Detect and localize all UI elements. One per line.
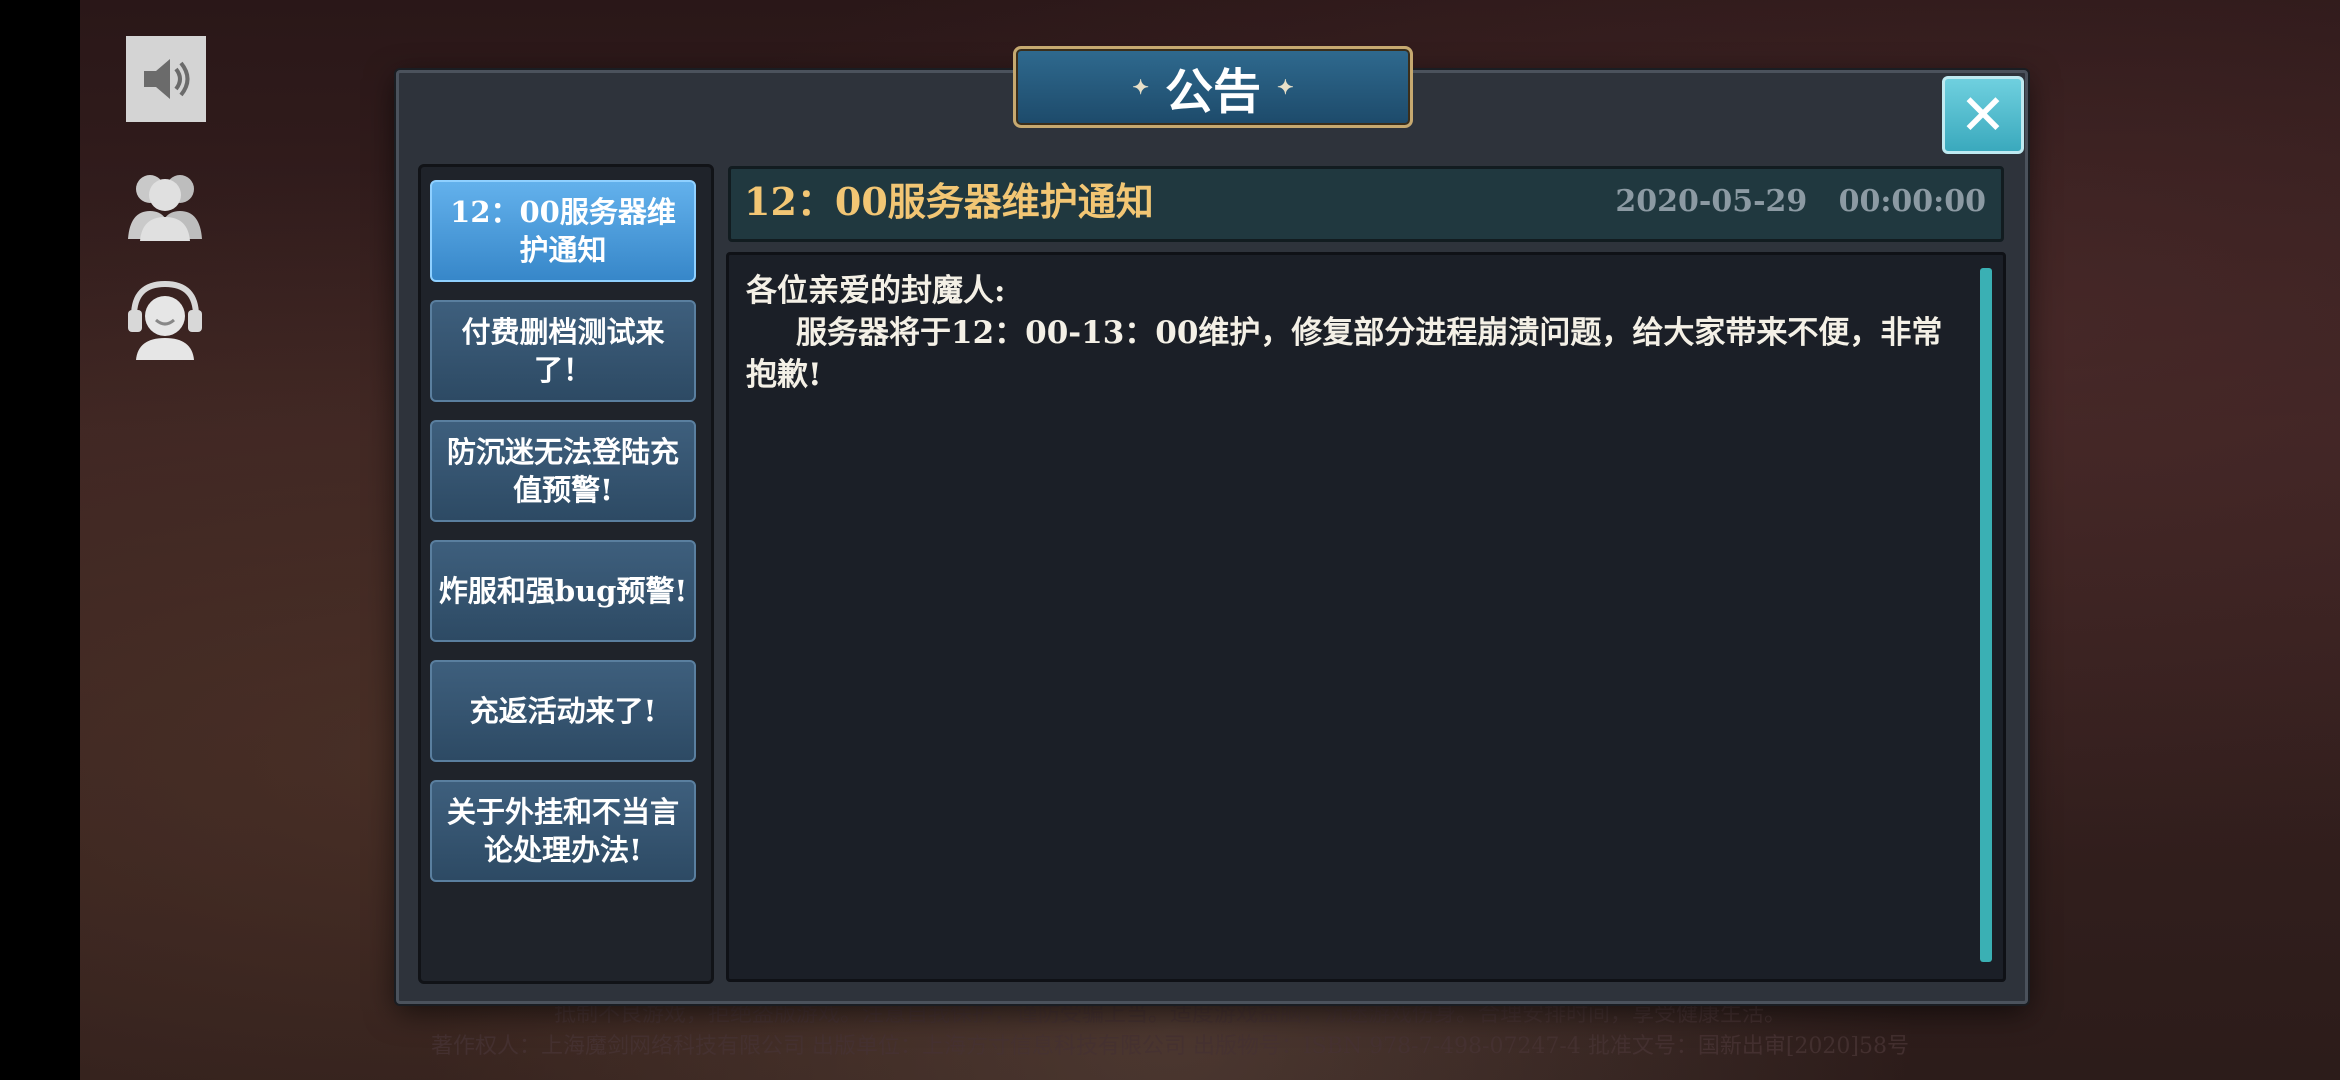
title-ornament-left-icon: ✦ [1132, 75, 1149, 99]
close-icon: ✕ [1959, 82, 2007, 148]
announcement-item[interactable]: 关于外挂和不当言论处理办法! [430, 780, 696, 882]
speaker-icon[interactable] [126, 36, 206, 122]
announcement-title: 12：00服务器维护通知 [744, 179, 1154, 224]
customer-service-icon[interactable] [120, 272, 210, 362]
dialog-title: ✦ 公告 ✦ [1013, 46, 1413, 128]
copyright-notice: 著作权人：上海魔剑网络科技有限公司 出版单位：上海方寸信息科技有限公司 出版物号… [431, 1034, 1909, 1059]
close-button[interactable]: ✕ [1942, 76, 2024, 154]
announcement-date: 2020-05-29 00:00:00 [1615, 184, 1986, 219]
announcement-body: 各位亲爱的封魔人: 服务器将于12：00-13：00维护，修复部分进程崩溃问题，… [746, 270, 1956, 396]
announcement-item[interactable]: 防沉迷无法登陆充值预警! [430, 420, 696, 522]
announcement-item[interactable]: 12：00服务器维护通知 [430, 180, 696, 282]
announcement-greeting: 各位亲爱的封魔人: [746, 273, 1006, 309]
announcement-item[interactable]: 炸服和强bug预警! [430, 540, 696, 642]
screen-edge [0, 0, 80, 1080]
content-scrollbar[interactable] [1980, 268, 1992, 962]
announcement-item[interactable]: 付费删档测试来了！ [430, 300, 696, 402]
announcement-item[interactable]: 充返活动来了! [430, 660, 696, 762]
title-ornament-right-icon: ✦ [1277, 75, 1294, 99]
announcement-message: 服务器将于12：00-13：00维护，修复部分进程崩溃问题，给大家带来不便，非常… [746, 315, 1943, 393]
friends-icon[interactable] [120, 160, 210, 250]
dialog-title-text: 公告 [1164, 64, 1261, 120]
